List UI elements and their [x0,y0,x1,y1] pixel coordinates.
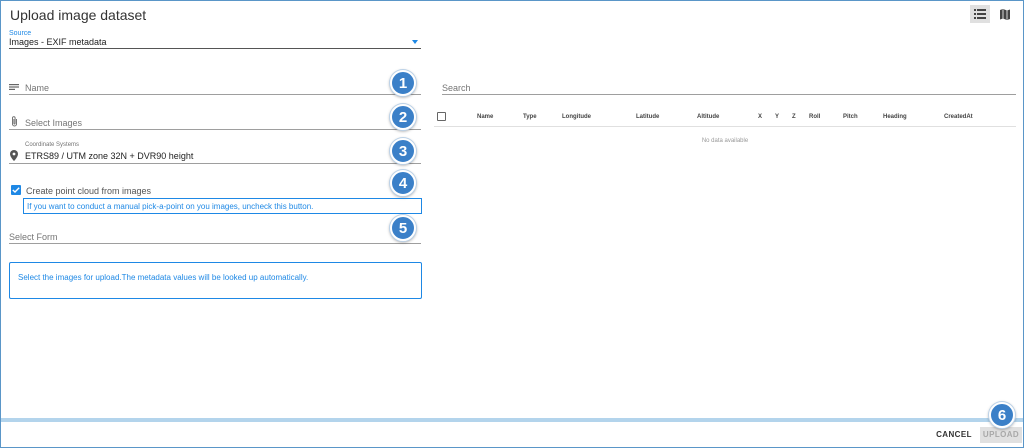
column-header-pitch[interactable]: Pitch [843,114,858,120]
column-header-z[interactable]: Z [792,114,796,120]
column-header-longitude[interactable]: Longitude [562,114,591,120]
checkmark-icon [12,187,20,193]
select-form-field[interactable]: Select Form [9,228,421,244]
column-header-altitude[interactable]: Altitude [697,114,719,120]
cancel-button[interactable]: CANCEL [933,428,975,442]
step-badge-4: 4 [390,170,416,196]
upload-button[interactable]: UPLOAD [980,427,1022,443]
map-pin-icon [10,150,18,161]
source-value: Images - EXIF metadata [9,37,107,47]
table-header: Name Type Longitude Latitude Altitude X … [434,109,1016,127]
coordinate-system-field[interactable]: Coordinate Systems ETRS89 / UTM zone 32N… [9,142,421,164]
map-icon [1000,8,1010,20]
point-cloud-label[interactable]: Create point cloud from images [26,186,151,196]
search-field[interactable]: Search [442,79,1016,95]
name-field[interactable]: Name [9,79,421,95]
notes-icon [9,84,19,90]
column-header-createdat[interactable]: CreatedAt [944,114,973,120]
upload-info-box: Select the images for upload.The metadat… [9,262,422,299]
footer-divider [1,418,1023,422]
select-form-placeholder: Select Form [9,232,58,242]
step-badge-1: 1 [390,70,416,96]
coordinate-system-label: Coordinate Systems [25,142,80,148]
step-badge-2: 2 [390,104,416,130]
upload-dialog: Upload image dataset Source Images - EXI… [0,0,1024,448]
select-images-field[interactable]: Select Images [9,113,421,130]
list-view-button[interactable] [970,5,990,23]
column-header-y[interactable]: Y [775,114,779,120]
column-header-roll[interactable]: Roll [809,114,820,120]
step-badge-3: 3 [390,138,416,164]
column-header-latitude[interactable]: Latitude [636,114,659,120]
column-header-name[interactable]: Name [477,114,493,120]
step-badge-5: 5 [390,215,416,241]
table-empty-text: No data available [701,138,749,144]
search-placeholder: Search [442,83,471,93]
point-cloud-checkbox[interactable] [11,185,21,195]
dialog-title: Upload image dataset [10,7,147,23]
column-header-type[interactable]: Type [523,114,537,120]
paperclip-icon [12,116,17,127]
column-header-heading[interactable]: Heading [883,114,907,120]
coordinate-system-value: ETRS89 / UTM zone 32N + DVR90 height [25,151,194,161]
chevron-down-icon [412,40,418,44]
source-label: Source [9,30,32,37]
name-placeholder: Name [25,83,50,93]
pick-a-point-hint: If you want to conduct a manual pick-a-p… [23,198,422,214]
source-select[interactable]: Images - EXIF metadata [9,37,421,49]
select-images-placeholder: Select Images [25,118,83,128]
step-badge-6: 6 [989,402,1015,428]
map-view-button[interactable] [995,5,1015,23]
list-icon [974,9,986,19]
select-all-checkbox[interactable] [437,112,446,121]
column-header-x[interactable]: X [758,114,762,120]
